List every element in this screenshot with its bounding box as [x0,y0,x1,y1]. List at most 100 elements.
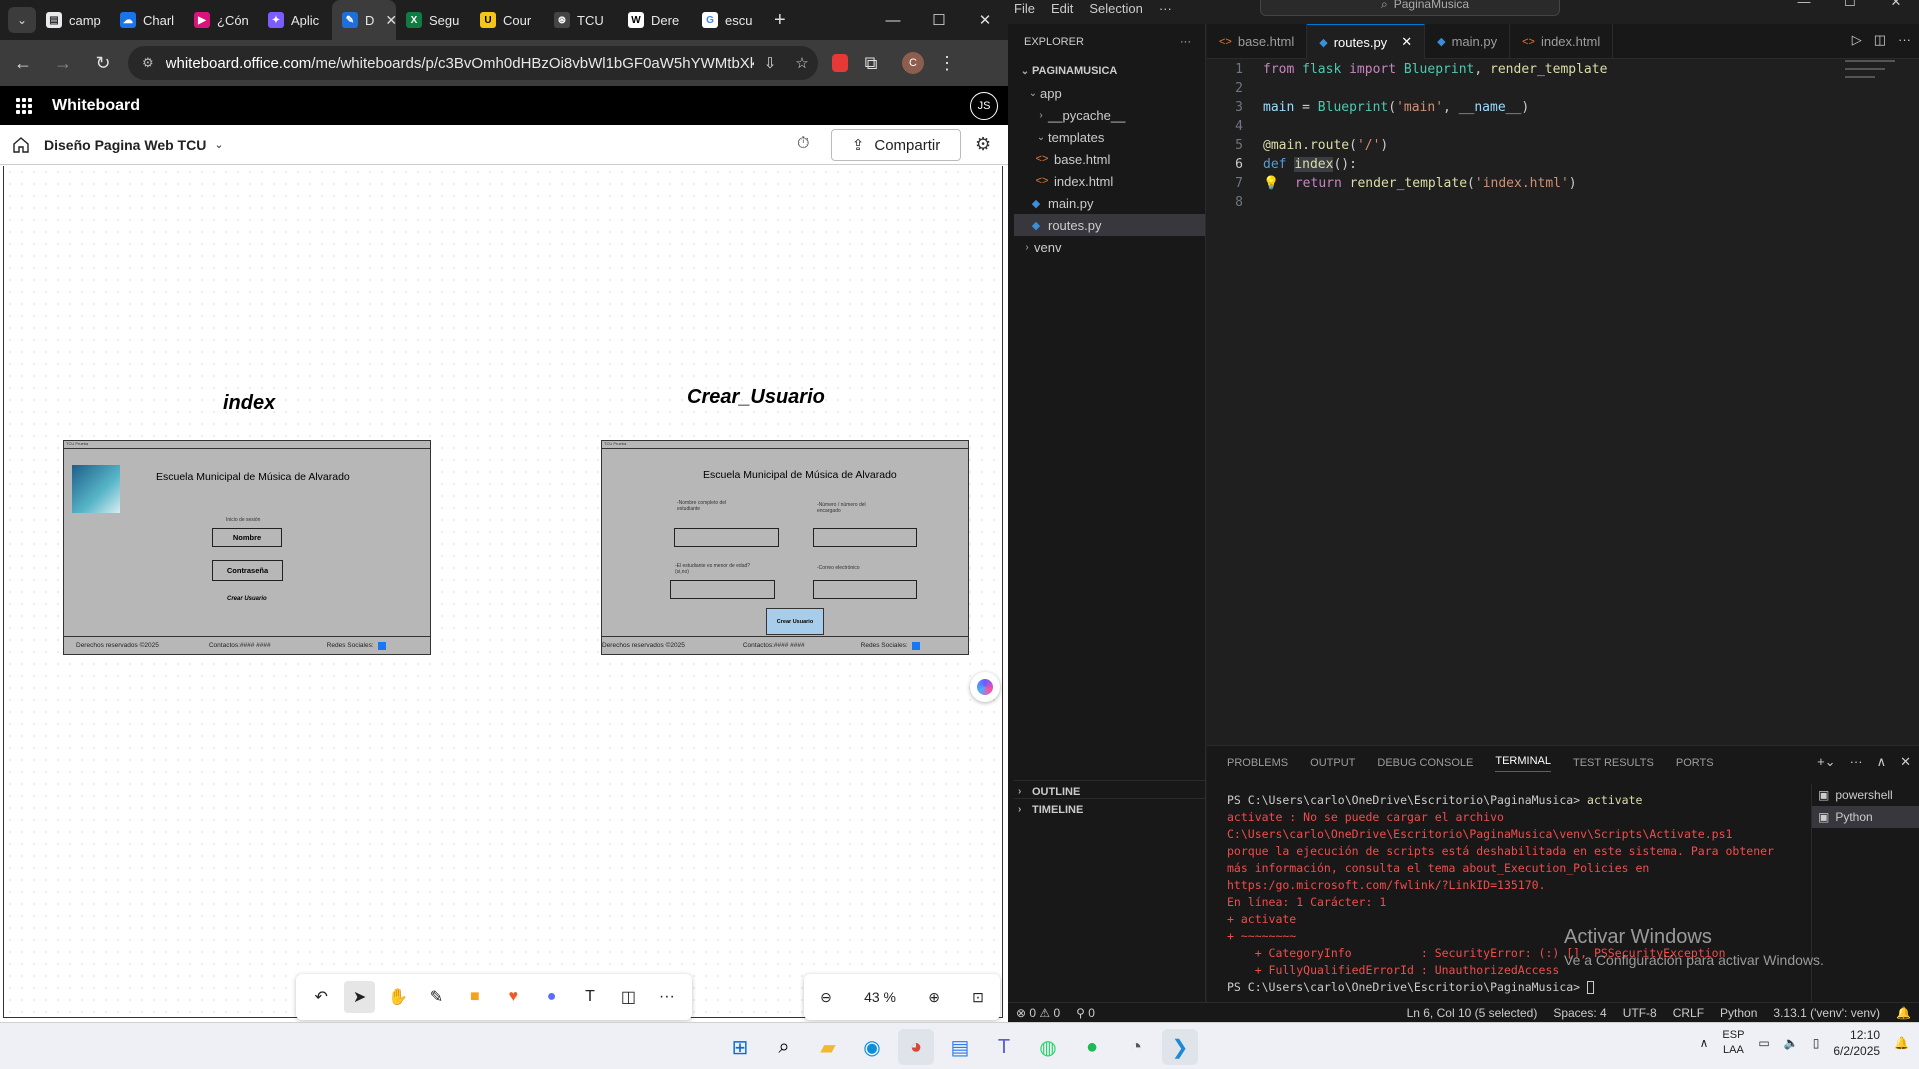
shapes-icon[interactable]: ◫ [613,981,643,1013]
copilot-tool-icon[interactable]: ● [536,981,566,1013]
notifications-bell-icon[interactable]: 🔔 [1894,1036,1909,1050]
network-icon[interactable]: ▭ [1758,1036,1769,1050]
editor-tab-active[interactable]: ◆ routes.py ✕ [1307,24,1426,59]
board-name[interactable]: Diseño Pagina Web TCU [44,137,206,153]
split-editor-icon[interactable]: ◫ [1874,32,1886,48]
vscode-icon[interactable]: ❯ [1162,1029,1198,1065]
more-menu-icon[interactable]: ⋮ [930,46,964,80]
panel-tab-debug-console[interactable]: DEBUG CONSOLE [1377,757,1473,769]
close-tab-icon[interactable]: ✕ [1401,34,1412,50]
volume-icon[interactable]: 🔈 [1784,1036,1799,1050]
tree-file-routes-py[interactable]: ◆ routes.py [1014,214,1205,236]
search-icon[interactable]: ⌕ [766,1029,802,1065]
fit-to-screen-icon[interactable]: ⊡ [972,989,984,1006]
browser-tab[interactable]: X Segu [396,0,470,40]
teams-icon[interactable]: T [986,1029,1022,1065]
close-panel-icon[interactable]: ✕ [1900,754,1911,770]
undo-icon[interactable]: ↶ [306,981,336,1013]
bookmark-star-icon[interactable]: ☆ [786,54,818,72]
back-icon[interactable]: ← [6,46,40,80]
tab-search-button[interactable]: ⌄ [8,7,36,33]
index-mockup[interactable]: TCU Prueba Escuela Municipal de Música d… [63,440,431,655]
code-editor[interactable]: 1 from flask import Blueprint, render_tem… [1207,60,1919,740]
profile-avatar[interactable]: C [902,52,924,74]
reactions-heart-icon[interactable]: ♥ [498,981,528,1013]
chevron-up-icon[interactable]: ∧ [1700,1036,1709,1050]
tree-folder-venv[interactable]: › venv [1014,236,1205,258]
status-cursor-position[interactable]: Ln 6, Col 10 (5 selected) [1407,1006,1538,1020]
timeline-section[interactable]: › TIMELINE [1014,798,1206,820]
extensions-puzzle-icon[interactable]: ⧉ [854,46,888,80]
more-actions-icon[interactable]: ··· [1850,754,1863,770]
text-icon[interactable]: T [575,981,605,1013]
sticky-note-icon[interactable]: ■ [460,981,490,1013]
status-indentation[interactable]: Spaces: 4 [1553,1006,1606,1020]
browser-tab[interactable]: U Cour [470,0,544,40]
file-explorer-icon[interactable]: ▰ [810,1029,846,1065]
more-tools-icon[interactable]: ··· [652,981,682,1013]
tree-file-index-html[interactable]: <> index.html [1014,170,1205,192]
whiteboard-canvas[interactable]: index TCU Prueba Escuela Municipal de Mú… [3,166,1003,1018]
app-launcher-icon[interactable] [16,97,32,114]
terminal-powershell[interactable]: ▣ powershell [1812,784,1919,806]
panel-tab-ports[interactable]: PORTS [1676,757,1714,769]
new-tab-button[interactable]: + [774,9,786,32]
menu-edit[interactable]: Edit [1051,1,1073,16]
status-problems[interactable]: ⊗ 0 ⚠ 0 [1016,1006,1060,1020]
clock[interactable]: 12:10 6/2/2025 [1833,1027,1880,1059]
settings-gear-icon[interactable]: ⚙ [975,134,991,155]
browser-tab[interactable]: ⊛ TCU [544,0,618,40]
close-tab-icon[interactable]: ✕ [385,12,396,29]
start-windows-icon[interactable]: ⊞ [722,1029,758,1065]
status-encoding[interactable]: UTF-8 [1623,1006,1657,1020]
notifications-bell-icon[interactable]: 🔔 [1896,1006,1911,1020]
browser-tab[interactable]: ✦ Aplic [258,0,332,40]
zoom-out-icon[interactable]: ⊖ [820,989,832,1006]
more-actions-icon[interactable]: ··· [1898,32,1911,48]
input-language[interactable]: ESP LAA [1722,1028,1744,1058]
crear-usuario-mockup[interactable]: TCU Prueba Escuela Municipal de Música d… [601,440,969,655]
reload-icon[interactable]: ↻ [86,46,120,80]
site-info-icon[interactable]: ⚙ [142,55,154,71]
home-icon[interactable] [12,136,30,154]
hand-pan-icon[interactable]: ✋ [383,981,413,1013]
browser-tab[interactable]: ▤ camp [36,0,110,40]
snipping-tool-icon[interactable]: ◔ [1118,1029,1154,1065]
browser-tab[interactable]: ☁ Charl [110,0,184,40]
browser-tab[interactable]: W Dere [618,0,692,40]
maximize-panel-icon[interactable]: ∧ [1877,754,1887,770]
address-bar[interactable]: ⚙ whiteboard.office.com/me/whiteboards/p… [128,46,818,80]
editor-tab[interactable]: <> index.html [1510,24,1614,59]
tree-folder-templates[interactable]: ⌄ templates [1014,126,1205,148]
chrome-icon[interactable]: ◕ [898,1029,934,1065]
close-window-icon[interactable]: ✕ [962,0,1008,40]
panel-tab-test-results[interactable]: TEST RESULTS [1573,757,1654,769]
notepad-icon[interactable]: ▤ [942,1029,978,1065]
extension-icon[interactable] [832,54,848,72]
tree-file-base-html[interactable]: <> base.html [1014,148,1205,170]
command-center-search[interactable]: ⌕ PaginaMusica [1260,0,1560,16]
panel-tab-terminal[interactable]: TERMINAL [1495,755,1551,772]
select-pointer-icon[interactable]: ➤ [344,981,375,1013]
spotify-icon[interactable]: ● [1074,1029,1110,1065]
battery-icon[interactable]: ▯ [1813,1036,1820,1050]
whatsapp-icon[interactable]: ◍ [1030,1029,1066,1065]
more-actions-icon[interactable]: ··· [1180,36,1191,48]
menu-file[interactable]: File [1014,1,1035,16]
zoom-in-icon[interactable]: ⊕ [928,989,940,1006]
editor-tab[interactable]: <> base.html [1207,24,1308,59]
panel-tab-output[interactable]: OUTPUT [1310,757,1355,769]
project-root[interactable]: ⌄ PAGINAMUSICA [1014,60,1205,82]
panel-tab-problems[interactable]: PROBLEMS [1227,757,1288,769]
edge-icon[interactable]: ◉ [854,1029,890,1065]
menu-selection[interactable]: Selection [1089,1,1142,16]
user-avatar[interactable]: JS [970,92,998,120]
status-ports[interactable]: ⚲ 0 [1076,1006,1095,1020]
browser-tab-active[interactable]: ✎ D ✕ [332,0,396,40]
terminal-python[interactable]: ▣ Python [1812,806,1919,828]
new-terminal-icon[interactable]: +⌄ [1817,754,1835,770]
minimize-icon[interactable]: — [1781,0,1827,10]
close-window-icon[interactable]: ✕ [1873,0,1919,10]
lightbulb-icon[interactable]: 💡 [1263,176,1279,191]
maximize-icon[interactable]: ☐ [916,0,962,40]
